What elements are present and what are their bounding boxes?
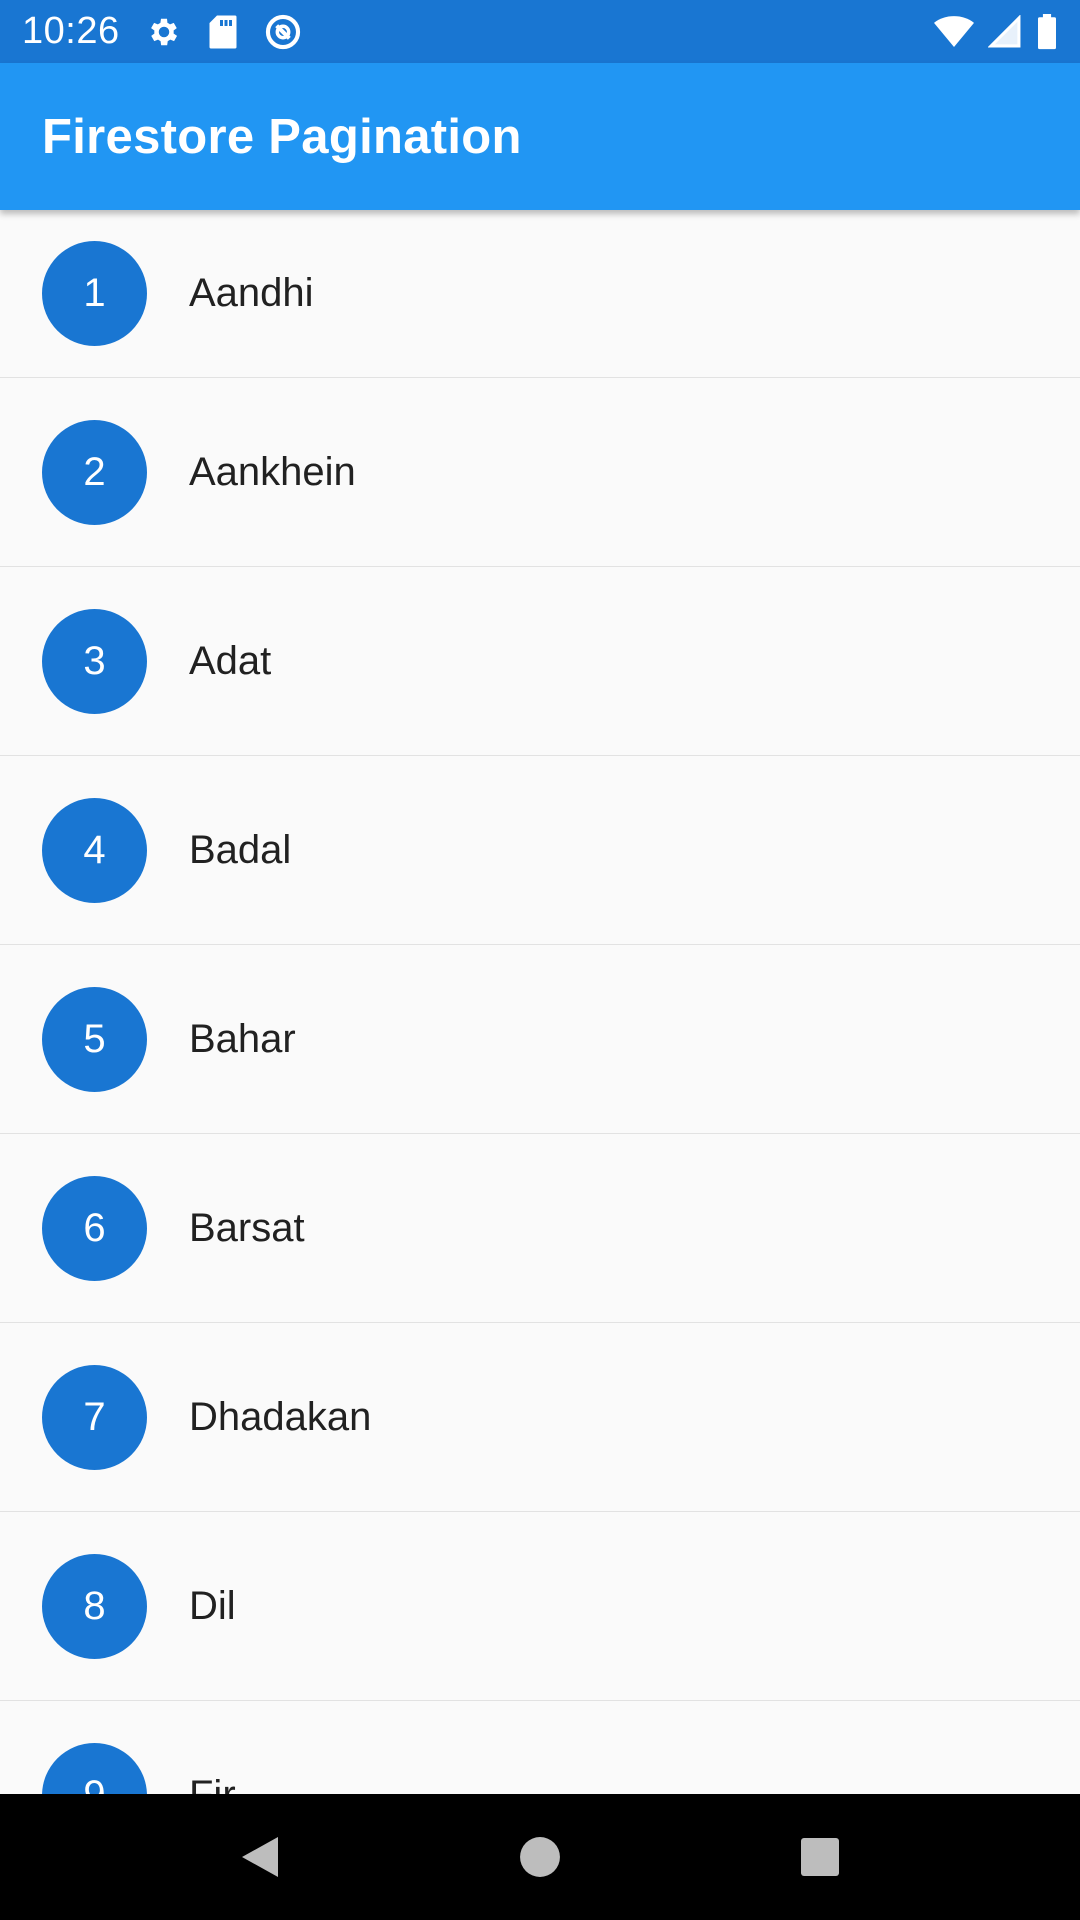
cell-signal-icon	[988, 14, 1022, 49]
recents-icon[interactable]	[770, 1807, 870, 1907]
list-item[interactable]: 3 Adat	[0, 567, 1080, 756]
screen: 10:26 Firestore Pagination 1 Aandhi 2 Aa…	[0, 0, 1080, 1920]
no-disturb-icon	[264, 13, 302, 51]
avatar: 1	[42, 241, 147, 346]
list-item[interactable]: 2 Aankhein	[0, 378, 1080, 567]
avatar: 6	[42, 1175, 147, 1281]
sd-card-icon	[208, 14, 238, 50]
list-item-label: Aankhein	[189, 449, 356, 494]
battery-icon	[1036, 13, 1058, 50]
list-item[interactable]: 4 Badal	[0, 756, 1080, 945]
list-item-label: Bahar	[189, 1016, 296, 1061]
list-item[interactable]: 5 Bahar	[0, 945, 1080, 1134]
list-item-label: Adat	[189, 638, 272, 683]
wifi-icon	[934, 15, 974, 49]
list-item-label: Dil	[189, 1583, 236, 1628]
avatar: 3	[42, 608, 147, 714]
list-item[interactable]: 8 Dil	[0, 1512, 1080, 1701]
avatar: 5	[42, 986, 147, 1092]
list-item[interactable]: 1 Aandhi	[0, 210, 1080, 378]
avatar: 9	[42, 1742, 147, 1794]
back-icon[interactable]	[210, 1807, 310, 1907]
list-item[interactable]: 9 Fir	[0, 1701, 1080, 1794]
home-icon[interactable]	[490, 1807, 590, 1907]
list-item[interactable]: 7 Dhadakan	[0, 1323, 1080, 1512]
app-bar: Firestore Pagination	[0, 63, 1080, 210]
list-item-label: Badal	[189, 827, 292, 872]
status-right	[934, 13, 1058, 50]
page-title: Firestore Pagination	[42, 109, 522, 164]
list-item-label: Fir	[189, 1773, 236, 1795]
list-item-label: Aandhi	[189, 271, 314, 315]
list-item-label: Dhadakan	[189, 1394, 372, 1439]
status-time: 10:26	[22, 10, 120, 52]
gear-icon	[146, 14, 182, 50]
list-item-label: Barsat	[189, 1205, 305, 1250]
avatar: 4	[42, 797, 147, 903]
status-left: 10:26	[22, 10, 302, 53]
avatar: 7	[42, 1364, 147, 1470]
avatar: 2	[42, 419, 147, 525]
status-bar: 10:26	[0, 0, 1080, 63]
movie-list[interactable]: 1 Aandhi 2 Aankhein 3 Adat 4 Badal 5 Bah…	[0, 210, 1080, 1794]
avatar: 8	[42, 1553, 147, 1659]
list-item[interactable]: 6 Barsat	[0, 1134, 1080, 1323]
nav-bar	[0, 1794, 1080, 1920]
